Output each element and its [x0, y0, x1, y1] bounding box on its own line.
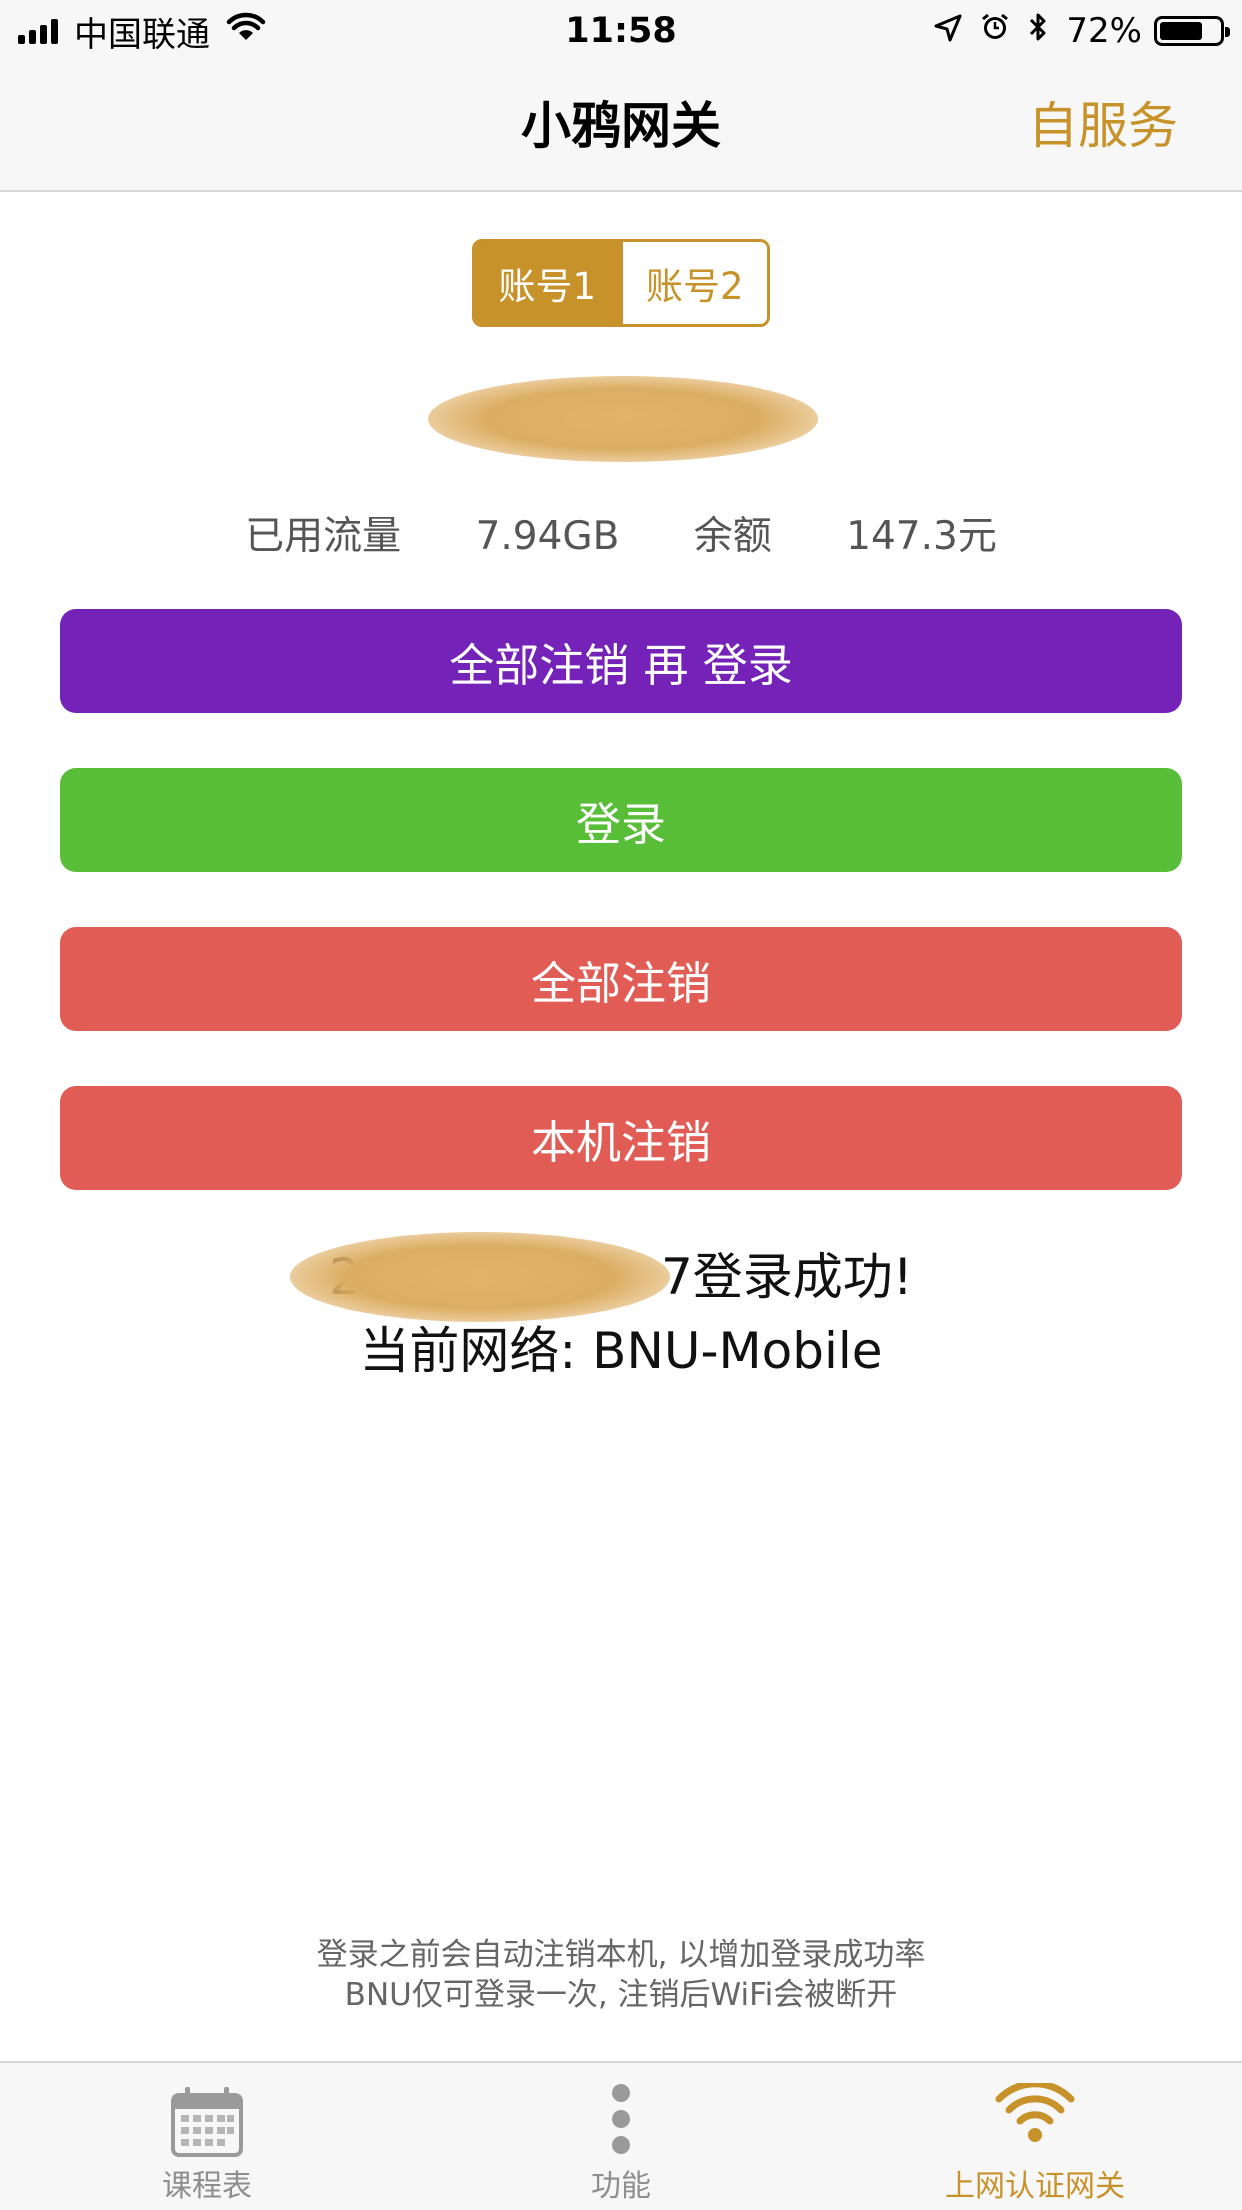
redacted-account-name [428, 376, 818, 462]
login-success-text: 登录成功! [692, 1248, 913, 1306]
status-bar: 中国联通 11:58 72% [0, 0, 1242, 62]
used-traffic-value: 7.94GB [475, 514, 620, 559]
balance-label: 余额 [693, 514, 772, 559]
balance-value: 147.3元 [846, 514, 997, 559]
usage-summary: 已用流量 7.94GB 余额 147.3元 [0, 505, 1242, 561]
battery-fill [1160, 22, 1202, 40]
tab-account-2[interactable]: 账号2 [619, 242, 767, 324]
status-right: 72% [916, 0, 1230, 62]
tab-functions[interactable]: 功能 [414, 2063, 828, 2210]
tab-schedule-label: 课程表 [162, 2169, 252, 2204]
used-traffic-label: 已用流量 [245, 514, 402, 559]
self-service-button[interactable]: 自服务 [1028, 62, 1178, 190]
tab-bar: 课程表 功能 上网认证网关 [0, 2061, 1242, 2210]
bluetooth-icon [1028, 11, 1048, 52]
navigation-bar: 小鸦网关 自服务 [0, 62, 1242, 192]
tab-network-gateway-label: 上网认证网关 [945, 2169, 1125, 2204]
tips-text: 登录之前会自动注销本机, 以增加登录成功率 BNU仅可登录一次, 注销后WiFi… [0, 1935, 1242, 2015]
login-button[interactable]: 登录 [60, 768, 1182, 872]
tip-line-2: BNU仅可登录一次, 注销后WiFi会被断开 [344, 1977, 898, 2013]
tab-network-gateway[interactable]: 上网认证网关 [828, 2063, 1242, 2210]
battery-icon [1154, 16, 1230, 46]
logout-all-relogin-button[interactable]: 全部注销 再 登录 [60, 609, 1182, 713]
account-segmented-control: 账号1 账号2 [472, 239, 770, 327]
battery-percent: 72% [1066, 11, 1142, 51]
calendar-icon [0, 2083, 414, 2163]
alarm-icon [980, 11, 1010, 51]
tab-schedule[interactable]: 课程表 [0, 2063, 414, 2210]
tip-line-1: 登录之前会自动注销本机, 以增加登录成功率 [316, 1937, 926, 1973]
tab-account-1[interactable]: 账号1 [475, 242, 620, 324]
current-network-line: 当前网络: BNU-Mobile [359, 1322, 883, 1380]
logout-local-button[interactable]: 本机注销 [60, 1086, 1182, 1190]
tab-functions-label: 功能 [591, 2169, 651, 2204]
more-vertical-icon [414, 2083, 828, 2163]
wifi-icon [828, 2083, 1242, 2163]
logout-all-button[interactable]: 全部注销 [60, 927, 1182, 1031]
location-arrow-icon [934, 11, 962, 51]
redacted-account-id [290, 1232, 670, 1322]
